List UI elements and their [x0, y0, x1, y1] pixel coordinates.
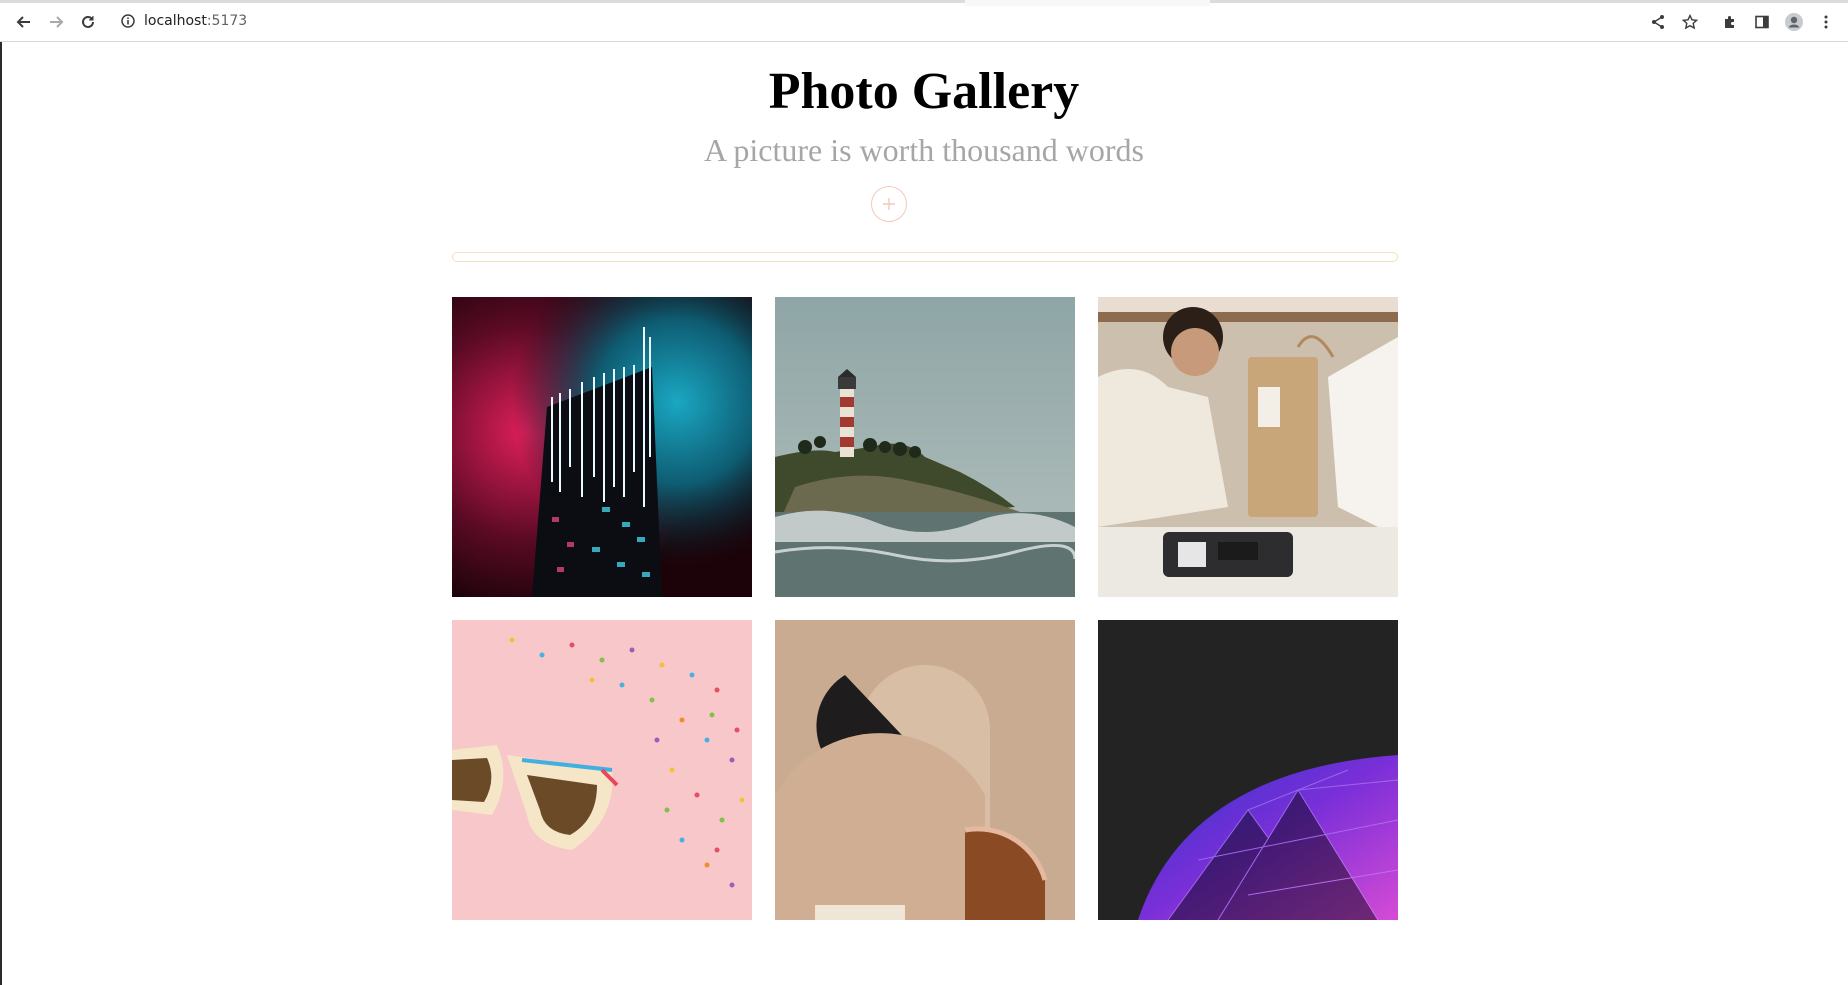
reload-icon[interactable]	[76, 10, 100, 34]
page-subtitle: A picture is worth thousand words	[704, 132, 1144, 168]
menu-kebab-icon[interactable]	[1814, 10, 1838, 34]
photo-geodesic-sphere[interactable]	[1098, 620, 1398, 920]
photo-lighthouse[interactable]	[775, 297, 1075, 597]
photo-cashier-bag[interactable]	[1098, 297, 1398, 597]
share-icon[interactable]	[1646, 10, 1670, 34]
tab-strip	[0, 0, 1848, 6]
active-tab[interactable]	[965, 0, 1210, 6]
extensions-icon[interactable]	[1718, 10, 1742, 34]
page-content: Photo Gallery A picture is worth thousan…	[0, 42, 1848, 985]
bookmark-star-icon[interactable]	[1678, 10, 1702, 34]
photo-grid	[452, 297, 1398, 920]
photo-sunglasses-confetti[interactable]	[452, 620, 752, 920]
forward-icon[interactable]	[44, 10, 68, 34]
photo-abstract-shapes[interactable]	[775, 620, 1075, 920]
back-icon[interactable]	[12, 10, 36, 34]
side-panel-icon[interactable]	[1750, 10, 1774, 34]
url-port: :5173	[206, 13, 248, 29]
add-photo-button[interactable]	[871, 186, 907, 222]
page-title: Photo Gallery	[768, 63, 1080, 120]
address-bar[interactable]: localhost:5173	[144, 12, 247, 30]
photo-neon-skyscraper[interactable]	[452, 297, 752, 597]
site-info-icon[interactable]	[119, 12, 137, 30]
profile-avatar-icon[interactable]	[1782, 10, 1806, 34]
url-host: localhost	[144, 13, 207, 29]
upload-progress-bar	[452, 252, 1398, 262]
plus-icon	[883, 198, 895, 210]
browser-toolbar: localhost:5173	[0, 0, 1848, 42]
